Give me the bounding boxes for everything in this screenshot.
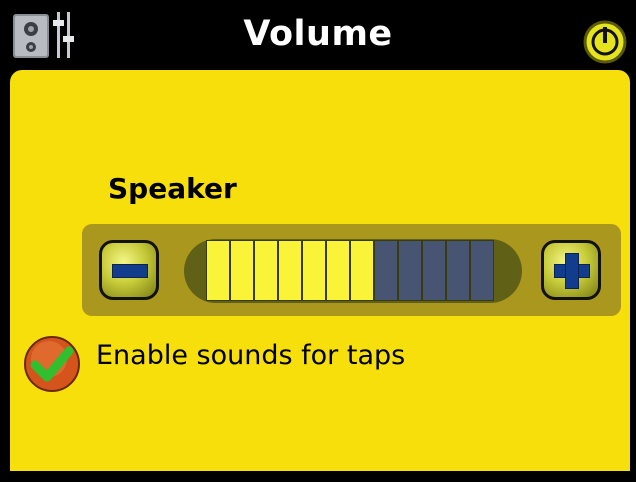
volume-segment-on[interactable] bbox=[302, 240, 326, 301]
tap-sounds-label[interactable]: Enable sounds for taps bbox=[96, 340, 405, 371]
volume-segment-off[interactable] bbox=[374, 240, 398, 301]
volume-screen: Volume Speaker Enable sounds for taps bbox=[0, 0, 636, 482]
volume-segment-on[interactable] bbox=[350, 240, 374, 301]
plus-icon-vertical bbox=[565, 253, 579, 289]
volume-segment-off[interactable] bbox=[422, 240, 446, 301]
volume-segment-off[interactable] bbox=[446, 240, 470, 301]
volume-up-button[interactable] bbox=[541, 240, 601, 300]
minus-icon bbox=[112, 264, 148, 278]
volume-segment-on[interactable] bbox=[326, 240, 350, 301]
volume-down-button[interactable] bbox=[99, 240, 159, 300]
volume-segment-on[interactable] bbox=[230, 240, 254, 301]
page-title: Volume bbox=[243, 14, 393, 54]
power-icon[interactable] bbox=[583, 20, 627, 64]
volume-segment-on[interactable] bbox=[254, 240, 278, 301]
volume-level-bar[interactable] bbox=[206, 240, 494, 301]
volume-segment-on[interactable] bbox=[278, 240, 302, 301]
title-bar: Volume bbox=[0, 0, 636, 70]
volume-segment-off[interactable] bbox=[398, 240, 422, 301]
volume-segment-on[interactable] bbox=[206, 240, 230, 301]
speaker-label: Speaker bbox=[108, 172, 237, 205]
checkmark-icon[interactable] bbox=[23, 335, 81, 393]
volume-segment-off[interactable] bbox=[470, 240, 494, 301]
